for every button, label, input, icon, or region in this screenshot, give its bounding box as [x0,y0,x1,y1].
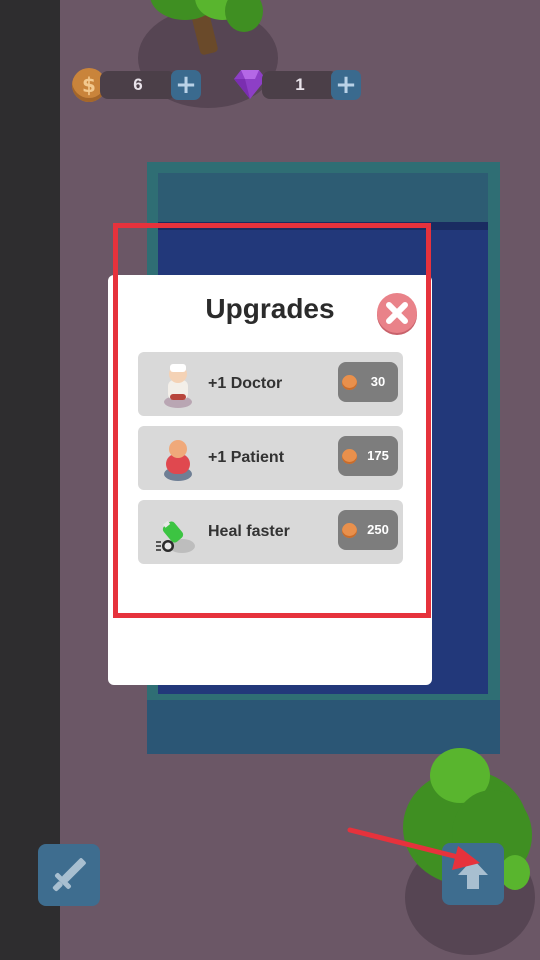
room-front-wall [147,700,500,754]
coins-counter: 6 [100,71,176,99]
highlight-frame [113,223,431,618]
add-coins-button[interactable]: + [171,70,201,100]
sword-button[interactable] [38,844,100,906]
gems-counter: 1 [262,71,338,99]
add-gems-button[interactable]: + [331,70,361,100]
sword-icon [52,858,86,892]
left-wall [0,0,60,960]
pointer-arrow [347,827,480,870]
